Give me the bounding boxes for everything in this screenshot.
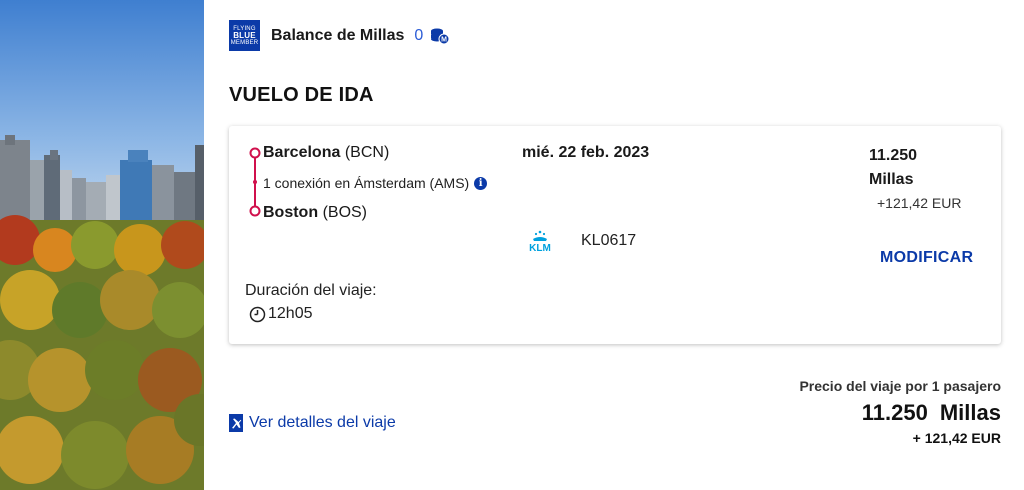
city-park-photo [0, 0, 204, 490]
origin-city: Barcelona [263, 144, 341, 161]
trip-total: Precio del viaje por 1 pasajero 11.250 Mi… [799, 378, 1001, 446]
destination-airport: Boston (BOS) [263, 204, 367, 222]
airline-info: KLM KL0617 [522, 230, 636, 252]
duration: 12h05 [249, 305, 313, 323]
connection-info: 1 conexión en Ámsterdam (AMS) i [263, 175, 488, 191]
destination-city: Boston [263, 204, 319, 221]
svg-text:M: M [441, 36, 447, 43]
price-miles-unit: Millas [869, 171, 914, 188]
info-icon[interactable]: i [474, 176, 488, 190]
main-content: FLYING BLUE MEMBER Balance de Millas 0 M… [204, 0, 1024, 490]
route-line-icon [249, 147, 261, 217]
miles-balance: FLYING BLUE MEMBER Balance de Millas 0 M [229, 20, 450, 51]
svg-text:KLM: KLM [529, 243, 551, 252]
price-eur: +121,42 EUR [877, 195, 962, 211]
plane-icon [229, 414, 243, 432]
logo-text-line3: MEMBER [230, 39, 259, 46]
klm-logo-icon: KLM [529, 230, 551, 252]
price-miles-amount: 11.250 [869, 147, 918, 164]
booking-summary-page: FLYING BLUE MEMBER Balance de Millas 0 M… [0, 0, 1024, 490]
flying-blue-logo: FLYING BLUE MEMBER [229, 20, 260, 51]
origin-airport: Barcelona (BCN) [263, 144, 389, 162]
total-label: Precio del viaje por 1 pasajero [799, 378, 1001, 394]
trip-details-label: Ver detalles del viaje [249, 414, 396, 431]
total-miles-unit: Millas [939, 400, 1001, 425]
balance-value: 0 [414, 26, 424, 44]
logo-text-line2: BLUE [233, 30, 256, 40]
duration-label: Duración del viaje: [245, 282, 377, 299]
flight-price: 11.250 Millas +121,42 EUR [869, 144, 961, 211]
connection-text: 1 conexión en Ámsterdam (AMS) [263, 175, 470, 191]
total-miles: 11.250 Millas [799, 400, 1001, 426]
destination-code: (BOS) [322, 204, 368, 221]
flight-date: mié. 22 feb. 2023 [522, 144, 650, 161]
clock-icon [249, 306, 266, 322]
miles-coins-icon: M [431, 28, 450, 44]
flight-card: Barcelona (BCN) 1 conexión en Ámsterdam … [229, 126, 1001, 344]
trip-details-link[interactable]: Ver detalles del viaje [229, 414, 396, 432]
flight-number: KL0617 [581, 232, 637, 249]
total-miles-amount: 11.250 [861, 400, 928, 425]
total-eur: + 121,42 EUR [912, 430, 1001, 446]
balance-label: Balance de Millas [271, 26, 405, 44]
modify-button[interactable]: MODIFICAR [880, 249, 973, 267]
origin-code: (BCN) [344, 144, 390, 161]
duration-value: 12h05 [268, 305, 313, 322]
section-title: VUELO DE IDA [229, 84, 374, 106]
